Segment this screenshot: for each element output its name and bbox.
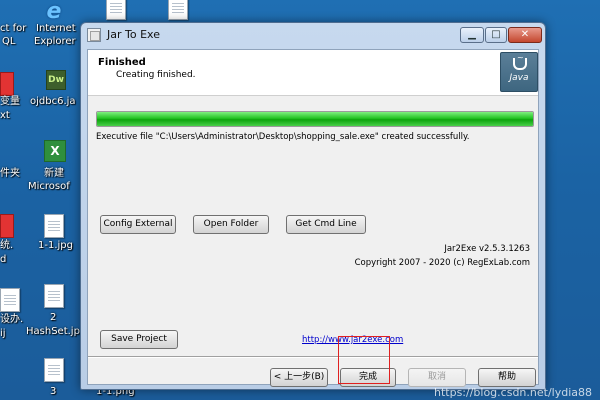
file-icon[interactable] — [0, 214, 14, 238]
app-window-icon — [87, 28, 101, 42]
desktop-label: 2 — [50, 312, 57, 323]
wizard-header: Finished Creating finished. ~ Java — [88, 50, 538, 96]
file-icon[interactable] — [106, 0, 126, 20]
desktop-label: 新建 — [44, 168, 64, 179]
image-file-icon[interactable] — [44, 214, 64, 238]
back-button[interactable]: < 上一步(B) — [270, 368, 328, 387]
version-label: Jar2Exe v2.5.3.1263 — [444, 244, 530, 254]
file-icon[interactable] — [168, 0, 188, 20]
excel-icon[interactable]: X — [44, 140, 66, 162]
desktop-label: ij — [0, 328, 6, 339]
desktop-label: Microsof — [28, 181, 70, 192]
help-button[interactable]: 帮助 — [478, 368, 536, 387]
image-file-icon[interactable] — [44, 284, 64, 308]
page-title: Finished — [98, 57, 146, 68]
highlight-annotation — [338, 336, 390, 384]
file-icon[interactable] — [0, 72, 14, 96]
desktop-label: ojdbc6.ja — [30, 96, 76, 107]
desktop-label: ct for — [0, 23, 27, 34]
desktop-label: 件夹 — [0, 168, 20, 179]
get-cmd-line-button[interactable]: Get Cmd Line — [286, 215, 366, 234]
progress-bar — [96, 111, 534, 127]
image-file-icon[interactable] — [44, 358, 64, 382]
desktop-label: 统. — [0, 240, 14, 251]
minimize-button[interactable]: ▁ — [460, 27, 484, 43]
progress-fill — [97, 112, 533, 126]
cancel-button[interactable]: 取消 — [408, 368, 466, 387]
title-bar[interactable]: Jar To Exe ▁ □ ✕ — [81, 23, 545, 49]
desktop-label: 设办. — [0, 314, 24, 325]
file-icon[interactable] — [0, 288, 20, 312]
jar-to-exe-window: Jar To Exe ▁ □ ✕ Finished Creating finis… — [80, 22, 546, 390]
desktop-label: xt — [0, 110, 10, 121]
desktop-label: 3 — [50, 386, 57, 397]
desktop-label: Explorer — [34, 36, 76, 47]
desktop-label: QL — [2, 36, 16, 47]
desktop-label: 1-1.jpg — [38, 240, 73, 251]
desktop-label: HashSet.jp — [26, 326, 80, 337]
page-subtitle: Creating finished. — [116, 70, 196, 80]
window-title: Jar To Exe — [107, 28, 160, 41]
dreamweaver-icon[interactable]: Dw — [46, 70, 66, 90]
desktop-label: Internet — [36, 23, 76, 34]
java-logo-text: Java — [509, 73, 529, 83]
java-logo-icon: ~ Java — [500, 52, 538, 92]
watermark: https://blog.csdn.net/lydia88 — [433, 386, 592, 399]
close-button[interactable]: ✕ — [508, 27, 542, 43]
desktop-label: 变量 — [0, 96, 20, 107]
status-message: Executive file "C:\Users\Administrator\D… — [96, 132, 470, 142]
open-folder-button[interactable]: Open Folder — [193, 215, 269, 234]
config-external-button[interactable]: Config External — [100, 215, 176, 234]
maximize-button[interactable]: □ — [485, 27, 507, 43]
internet-explorer-icon[interactable]: e — [42, 0, 66, 24]
copyright-label: Copyright 2007 - 2020 (c) RegExLab.com — [354, 258, 530, 268]
save-project-button[interactable]: Save Project — [100, 330, 178, 349]
divider — [88, 356, 538, 358]
wizard-body: Finished Creating finished. ~ Java Execu… — [87, 49, 539, 387]
desktop-label: d — [0, 254, 7, 265]
